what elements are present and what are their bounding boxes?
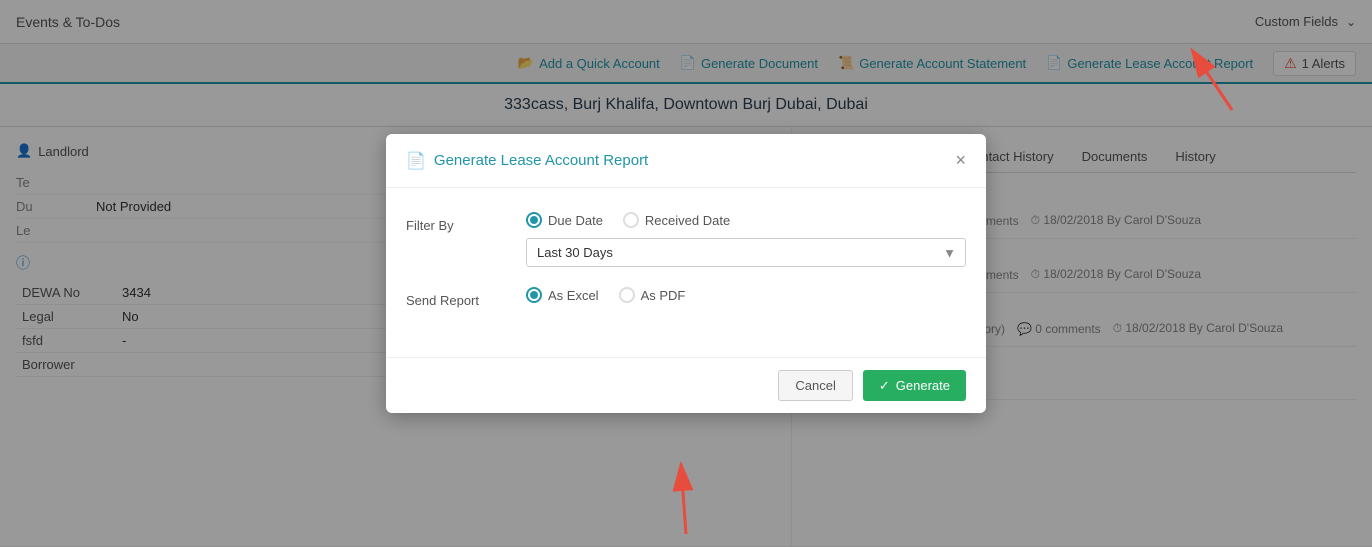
due-date-radio[interactable]: Due Date — [526, 212, 603, 228]
red-arrow-modal — [646, 454, 726, 544]
as-pdf-radio[interactable]: As PDF — [619, 287, 686, 303]
generate-check-icon: ✓ — [879, 378, 890, 394]
received-date-radio-circle — [623, 212, 639, 228]
as-excel-radio[interactable]: As Excel — [526, 287, 599, 303]
due-date-radio-circle — [526, 212, 542, 228]
modal-title-icon: 📄 — [406, 151, 426, 171]
send-report-radio-group: As Excel As PDF — [526, 287, 966, 303]
modal-footer: Cancel ✓ Generate — [386, 357, 986, 413]
send-report-row: Send Report As Excel As PDF — [406, 287, 966, 313]
modal-body: Filter By Due Date Received Date — [386, 188, 986, 357]
modal-overlay: 📄 Generate Lease Account Report × Filter… — [0, 0, 1372, 547]
received-date-radio[interactable]: Received Date — [623, 212, 730, 228]
modal-title: 📄 Generate Lease Account Report — [406, 151, 648, 171]
filter-by-row: Filter By Due Date Received Date — [406, 212, 966, 267]
send-report-label: Send Report — [406, 287, 526, 308]
modal-header: 📄 Generate Lease Account Report × — [386, 134, 986, 188]
generate-button[interactable]: ✓ Generate — [863, 370, 966, 401]
date-range-select-wrapper: Last 30 Days Last 60 Days Last 90 Days C… — [526, 238, 966, 267]
modal-close-button[interactable]: × — [955, 150, 966, 171]
filter-controls: Due Date Received Date Last 30 Days Last… — [526, 212, 966, 267]
filter-radio-group: Due Date Received Date — [526, 212, 966, 228]
send-report-controls: As Excel As PDF — [526, 287, 966, 313]
cancel-button[interactable]: Cancel — [778, 370, 852, 401]
as-excel-radio-circle — [526, 287, 542, 303]
filter-by-label: Filter By — [406, 212, 526, 233]
date-range-select[interactable]: Last 30 Days Last 60 Days Last 90 Days C… — [526, 238, 966, 267]
as-pdf-radio-circle — [619, 287, 635, 303]
generate-lease-report-modal: 📄 Generate Lease Account Report × Filter… — [386, 134, 986, 413]
